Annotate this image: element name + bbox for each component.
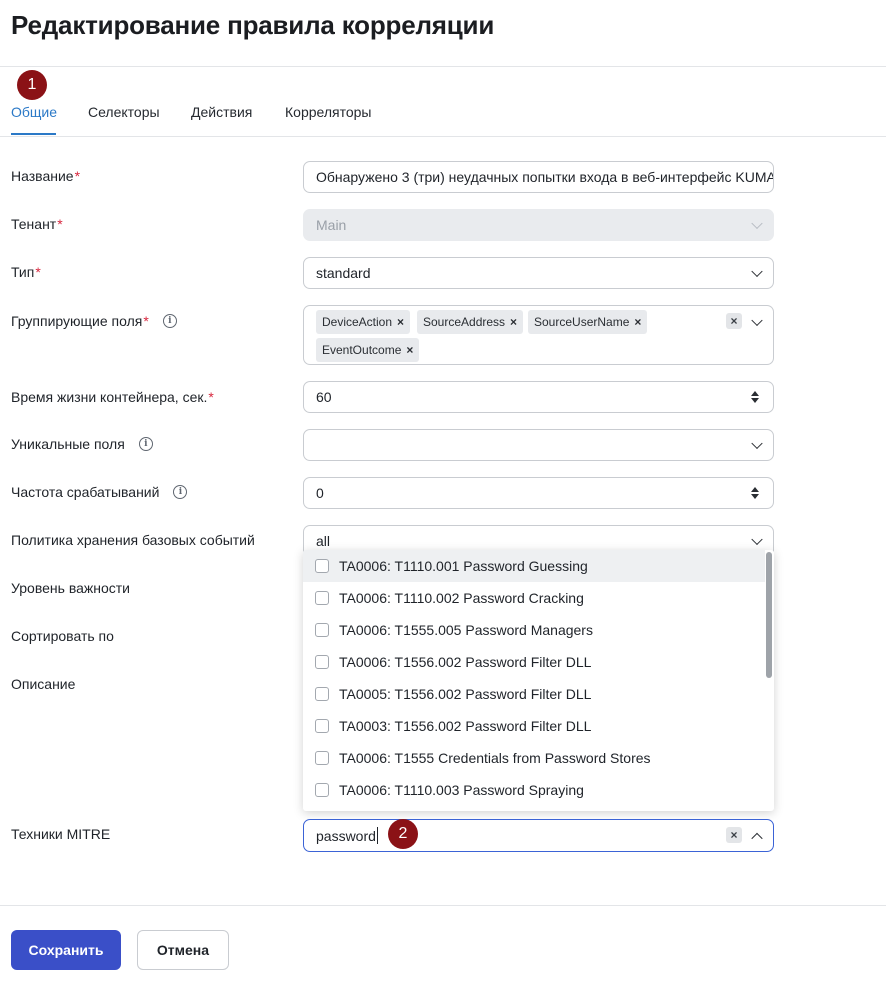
chevron-down-icon (751, 437, 763, 450)
chevron-down-icon[interactable] (751, 314, 763, 327)
dropdown-option[interactable]: TA0006: T1110.003 Password Spraying (303, 774, 765, 806)
checkbox[interactable] (315, 687, 329, 701)
footer-divider (0, 905, 886, 906)
checkbox[interactable] (315, 655, 329, 669)
mitre-input-value: password (316, 827, 376, 844)
clear-icon[interactable]: × (726, 313, 742, 329)
checkbox[interactable] (315, 719, 329, 733)
clear-icon[interactable]: × (726, 827, 742, 843)
tenant-label: Тенант * (11, 216, 63, 232)
info-icon[interactable]: i (138, 437, 153, 451)
tab-general[interactable]: Общие (11, 104, 57, 120)
mitre-search-input[interactable]: password × (303, 819, 774, 852)
text-caret (376, 827, 378, 844)
checkbox[interactable] (315, 783, 329, 797)
mitre-dropdown-list[interactable]: TA0006: T1110.001 Password Guessing TA00… (303, 550, 774, 811)
dropdown-option[interactable]: TA0006: T1555.005 Password Managers (303, 614, 765, 646)
tag-chip: EventOutcome × (316, 338, 420, 362)
name-input[interactable]: Обнаружено 3 (три) неудачных попытки вхо… (303, 161, 774, 193)
checkbox[interactable] (315, 591, 329, 605)
step-marker-1: 1 (17, 70, 47, 100)
tab-selectors[interactable]: Селекторы (88, 104, 160, 120)
tab-correlators[interactable]: Корреляторы (285, 104, 371, 120)
type-select-value: standard (316, 265, 371, 281)
option-label: TA0006: T1555 Credentials from Password … (339, 750, 651, 766)
dropdown-option[interactable]: TA0006: T1110.001 Password Guessing (303, 550, 765, 582)
dropdown-option[interactable]: TA0005: T1556.002 Password Filter DLL (303, 678, 765, 710)
remove-tag-icon[interactable]: × (406, 343, 413, 357)
number-spinner-icon[interactable] (751, 487, 759, 499)
frequency-input-value: 0 (316, 485, 324, 501)
name-input-value: Обнаружено 3 (три) неудачных попытки вхо… (316, 169, 773, 185)
tag-chip: DeviceAction × (316, 310, 411, 334)
cancel-button[interactable]: Отмена (137, 930, 229, 970)
remove-tag-icon[interactable]: × (397, 315, 404, 329)
option-label: TA0006: T1110.001 Password Guessing (339, 558, 588, 574)
dropdown-option[interactable]: TA0003: T1556.002 Password Filter DLL (303, 710, 765, 742)
ttl-input-value: 60 (316, 389, 332, 405)
remove-tag-icon[interactable]: × (634, 315, 641, 329)
unique-fields-label: Уникальные поля i (11, 436, 153, 452)
active-tab-indicator (11, 133, 56, 135)
tag-label: EventOutcome (322, 343, 402, 357)
tag-label: DeviceAction (322, 315, 393, 329)
dropdown-option[interactable]: TA0006: T1110.002 Password Cracking (303, 582, 765, 614)
tabs-divider (0, 136, 886, 137)
checkbox[interactable] (315, 623, 329, 637)
chevron-up-icon[interactable] (751, 832, 763, 844)
option-label: TA0003: T1556.002 Password Filter DLL (339, 718, 592, 734)
tenant-select: Main (303, 209, 774, 241)
dropdown-option[interactable]: TA0006: T1556.002 Password Filter DLL (303, 646, 765, 678)
sort-by-label: Сортировать по (11, 628, 114, 644)
tag-chip: SourceAddress × (417, 310, 524, 334)
option-label: TA0006: T1110.002 Password Cracking (339, 590, 584, 606)
ttl-number-input[interactable]: 60 (303, 381, 774, 413)
option-label: TA0006: T1555.005 Password Managers (339, 622, 593, 638)
number-spinner-icon[interactable] (751, 391, 759, 403)
unique-fields-select[interactable] (303, 429, 774, 461)
name-label: Название * (11, 168, 81, 184)
page-title: Редактирование правила корреляции (11, 10, 495, 40)
severity-label: Уровень важности (11, 580, 130, 596)
frequency-label: Частота срабатываний i (11, 484, 188, 500)
info-icon[interactable]: i (173, 485, 188, 499)
ttl-label: Время жизни контейнера, сек. * (11, 389, 214, 405)
remove-tag-icon[interactable]: × (510, 315, 517, 329)
save-button[interactable]: Сохранить (11, 930, 121, 970)
tag-label: SourceUserName (534, 315, 630, 329)
checkbox[interactable] (315, 559, 329, 573)
group-fields-multiselect[interactable]: DeviceAction × SourceAddress × SourceUserN… (303, 305, 774, 365)
dropdown-option[interactable]: TA0006: T1555 Credentials from Password … (303, 742, 765, 774)
info-icon[interactable]: i (162, 314, 177, 328)
retention-label: Политика хранения базовых событий (11, 532, 255, 548)
group-fields-label: Группирующие поля * i (11, 313, 177, 329)
tag-label: SourceAddress (423, 315, 506, 329)
mitre-label: Техники MITRE (11, 826, 111, 842)
frequency-number-input[interactable]: 0 (303, 477, 774, 509)
checkbox[interactable] (315, 751, 329, 765)
type-select[interactable]: standard (303, 257, 774, 289)
tenant-select-value: Main (316, 217, 347, 233)
type-label: Тип * (11, 264, 41, 280)
retention-select-value: all (316, 533, 331, 549)
header-divider (0, 66, 886, 67)
dropdown-scrollbar[interactable] (766, 552, 772, 678)
option-label: TA0006: T1556.002 Password Filter DLL (339, 654, 592, 670)
option-label: TA0005: T1556.002 Password Filter DLL (339, 686, 592, 702)
option-label: TA0006: T1110.003 Password Spraying (339, 782, 584, 798)
step-marker-2: 2 (388, 819, 418, 849)
tag-chip: SourceUserName × (528, 310, 648, 334)
tab-actions[interactable]: Действия (191, 104, 252, 120)
description-label: Описание (11, 676, 76, 692)
